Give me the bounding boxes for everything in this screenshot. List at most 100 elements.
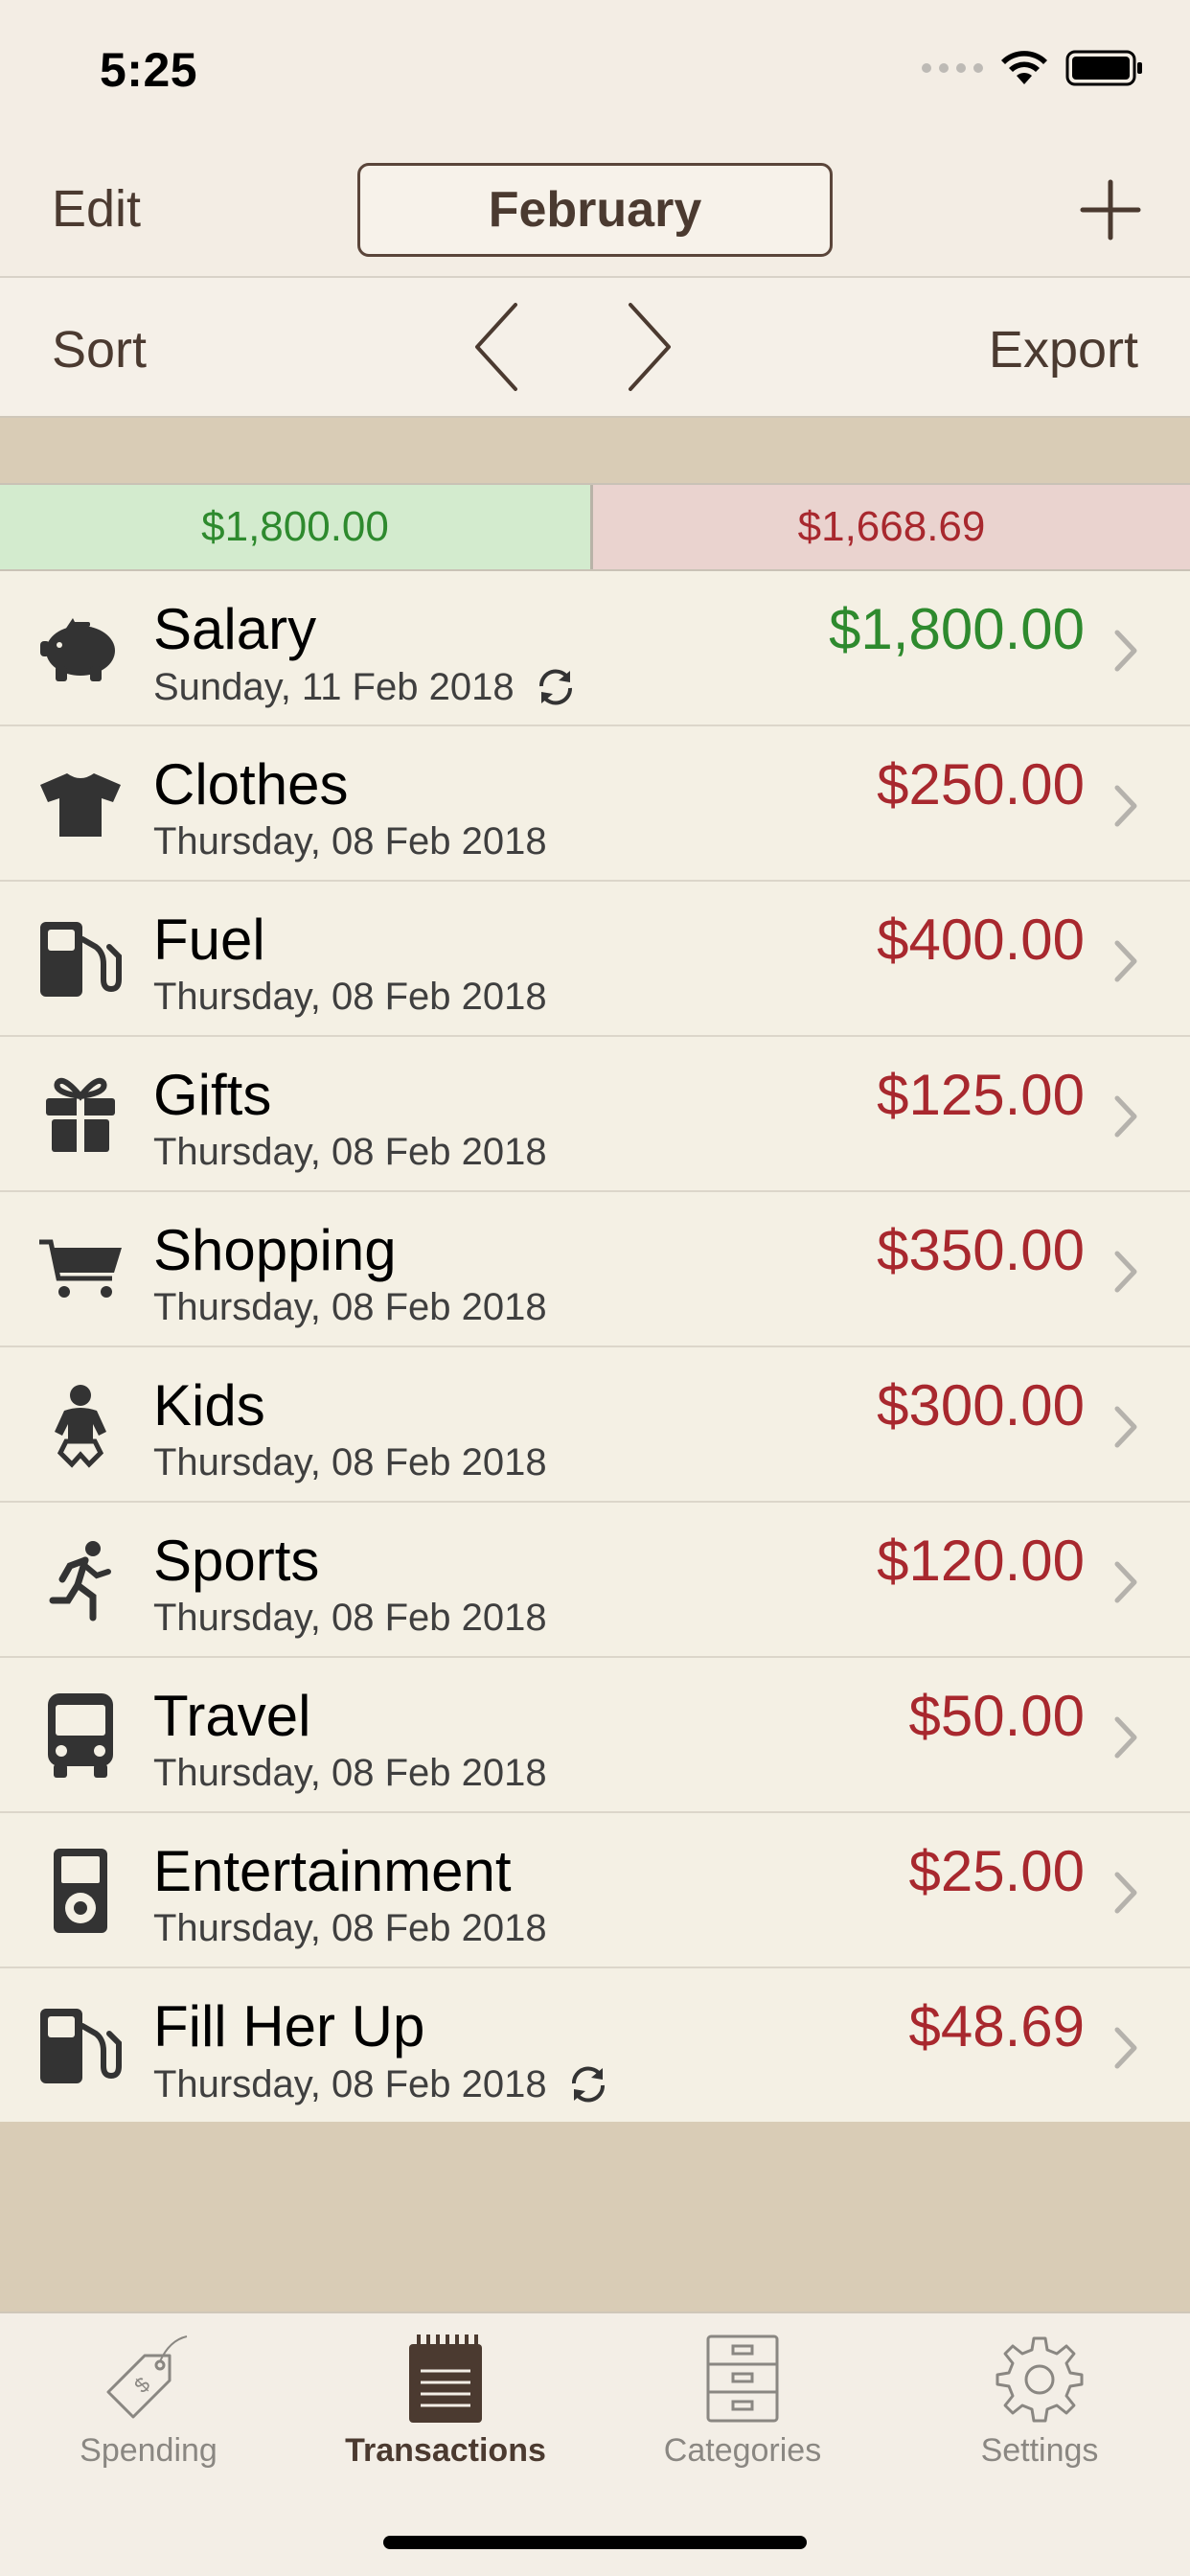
transaction-row[interactable]: Kids Thursday, 08 Feb 2018 $300.00	[0, 1347, 1190, 1503]
nav-bar: Edit February	[0, 144, 1190, 278]
transaction-date: Thursday, 08 Feb 2018	[153, 820, 547, 863]
drawers-icon	[695, 2331, 790, 2426]
fuel-pump-icon	[34, 916, 126, 1002]
export-button[interactable]: Export	[989, 320, 1138, 380]
tab-label: Spending	[80, 2432, 217, 2469]
recurring-icon	[571, 2066, 605, 2103]
transaction-title: Gifts	[153, 1063, 272, 1127]
transaction-date: Thursday, 08 Feb 2018	[153, 976, 547, 1019]
transaction-date-text: Thursday, 08 Feb 2018	[153, 820, 547, 862]
transaction-amount: $400.00	[877, 908, 1085, 972]
transaction-amount: $50.00	[908, 1684, 1085, 1748]
transaction-list: Salary Sunday, 11 Feb 2018 $1,800.00 Clo…	[0, 571, 1190, 2124]
transaction-date: Thursday, 08 Feb 2018	[153, 2062, 610, 2106]
tab-spending[interactable]: $ Spending	[0, 2331, 297, 2484]
transaction-title: Travel	[153, 1684, 311, 1748]
bus-icon	[34, 1692, 126, 1779]
transaction-date-text: Thursday, 08 Feb 2018	[153, 1131, 547, 1173]
transaction-date: Thursday, 08 Feb 2018	[153, 1907, 547, 1950]
transaction-date-text: Sunday, 11 Feb 2018	[153, 665, 515, 708]
transaction-date: Thursday, 08 Feb 2018	[153, 1441, 547, 1484]
transaction-row[interactable]: Entertainment Thursday, 08 Feb 2018 $25.…	[0, 1813, 1190, 1968]
chevron-right-icon	[1114, 2027, 1137, 2069]
transaction-row[interactable]: Clothes Thursday, 08 Feb 2018 $250.00	[0, 726, 1190, 882]
music-player-icon	[34, 1848, 126, 1934]
transaction-date-text: Thursday, 08 Feb 2018	[153, 1286, 547, 1328]
transaction-row[interactable]: Salary Sunday, 11 Feb 2018 $1,800.00	[0, 571, 1190, 726]
transaction-amount: $125.00	[877, 1063, 1085, 1127]
transaction-title: Fill Her Up	[153, 1994, 425, 2058]
wifi-icon	[1001, 51, 1047, 84]
expense-total: $1,668.69	[593, 485, 1190, 569]
status-icons	[922, 50, 1144, 86]
transaction-date: Thursday, 08 Feb 2018	[153, 1752, 547, 1795]
chevron-right-icon	[1114, 785, 1137, 827]
month-selector-button[interactable]: February	[357, 163, 833, 257]
tshirt-icon	[34, 761, 126, 847]
tab-transactions[interactable]: Transactions	[297, 2331, 594, 2484]
edit-button[interactable]: Edit	[52, 179, 141, 239]
transaction-date-text: Thursday, 08 Feb 2018	[153, 2062, 547, 2105]
tab-settings[interactable]: Settings	[891, 2331, 1188, 2484]
transaction-date: Thursday, 08 Feb 2018	[153, 1597, 547, 1640]
transaction-title: Entertainment	[153, 1839, 512, 1903]
transaction-amount: $120.00	[877, 1529, 1085, 1593]
chevron-right-icon	[1114, 1251, 1137, 1293]
chevron-right-icon	[1114, 1716, 1137, 1759]
chevron-right-icon	[1114, 1872, 1137, 1914]
recurring-icon	[538, 669, 572, 705]
transaction-title: Shopping	[153, 1218, 397, 1282]
cellular-signal-icon	[922, 63, 983, 73]
transaction-title: Fuel	[153, 908, 265, 972]
plus-icon[interactable]	[1079, 178, 1142, 242]
status-bar: 5:25	[0, 0, 1190, 144]
transaction-date-text: Thursday, 08 Feb 2018	[153, 1752, 547, 1794]
sort-button[interactable]: Sort	[52, 320, 147, 380]
transaction-row[interactable]: Travel Thursday, 08 Feb 2018 $50.00	[0, 1658, 1190, 1813]
chevron-right-icon	[1114, 1406, 1137, 1448]
chevron-right-icon[interactable]	[621, 299, 678, 395]
transaction-row[interactable]: Gifts Thursday, 08 Feb 2018 $125.00	[0, 1037, 1190, 1192]
chevron-right-icon	[1114, 940, 1137, 982]
gear-icon	[992, 2331, 1087, 2426]
transaction-date-text: Thursday, 08 Feb 2018	[153, 1441, 547, 1484]
tab-categories[interactable]: Categories	[594, 2331, 891, 2484]
svg-text:$: $	[129, 2372, 154, 2397]
tab-label: Settings	[980, 2432, 1099, 2469]
transaction-amount: $25.00	[908, 1839, 1085, 1903]
tab-label: Categories	[663, 2432, 822, 2469]
transaction-date: Sunday, 11 Feb 2018	[153, 665, 578, 709]
transaction-row[interactable]: Fuel Thursday, 08 Feb 2018 $400.00	[0, 882, 1190, 1037]
transaction-date-text: Thursday, 08 Feb 2018	[153, 976, 547, 1018]
transaction-title: Clothes	[153, 752, 349, 816]
home-indicator	[383, 2536, 807, 2549]
transaction-amount: $300.00	[877, 1373, 1085, 1438]
chevron-right-icon	[1114, 1561, 1137, 1603]
transaction-amount: $48.69	[908, 1994, 1085, 2058]
transaction-amount: $250.00	[877, 752, 1085, 816]
transaction-amount: $1,800.00	[829, 597, 1085, 661]
transaction-title: Sports	[153, 1529, 320, 1593]
transaction-row[interactable]: Sports Thursday, 08 Feb 2018 $120.00	[0, 1503, 1190, 1658]
parchment-divider	[0, 418, 1190, 483]
transaction-title: Salary	[153, 597, 317, 661]
income-total: $1,800.00	[0, 485, 593, 569]
transaction-date: Thursday, 08 Feb 2018	[153, 1286, 547, 1329]
tab-label: Transactions	[345, 2432, 546, 2469]
transaction-amount: $350.00	[877, 1218, 1085, 1282]
gift-icon	[34, 1071, 126, 1158]
shopping-cart-icon	[34, 1227, 126, 1313]
fuel-pump-icon	[34, 2003, 126, 2089]
status-time: 5:25	[100, 43, 198, 97]
empty-list-area	[0, 2122, 1190, 2312]
notepad-icon	[398, 2331, 493, 2426]
chevron-right-icon	[1114, 1095, 1137, 1138]
price-tag-icon: $	[101, 2331, 196, 2426]
toolbar: Sort Export	[0, 278, 1190, 418]
transaction-row[interactable]: Fill Her Up Thursday, 08 Feb 2018 $48.69	[0, 1968, 1190, 2124]
chevron-left-icon[interactable]	[468, 299, 525, 395]
battery-icon	[1065, 50, 1142, 86]
totals-bar: $1,800.00 $1,668.69	[0, 483, 1190, 571]
transaction-date-text: Thursday, 08 Feb 2018	[153, 1597, 547, 1639]
transaction-row[interactable]: Shopping Thursday, 08 Feb 2018 $350.00	[0, 1192, 1190, 1347]
